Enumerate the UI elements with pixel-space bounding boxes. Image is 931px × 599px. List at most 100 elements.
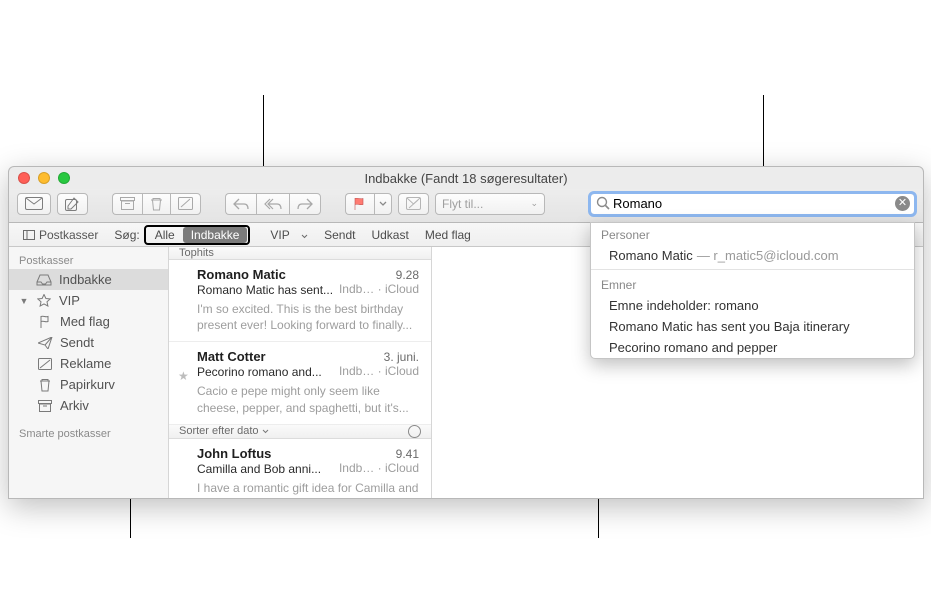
delete-group (112, 193, 201, 215)
divider (591, 269, 914, 270)
toolbar: Flyt til... ⌄ ✕ (9, 189, 923, 223)
sidebar-label: Indbakke (59, 272, 112, 287)
suggestion-person-name: Romano Matic (609, 248, 693, 263)
flag-menu-button[interactable] (374, 193, 392, 215)
message-location: Indb… · iCloud (339, 364, 419, 378)
list-header-tophits: Tophits (169, 247, 431, 260)
message-subject: Romano Matic has sent... (197, 283, 333, 297)
suggestion-subject[interactable]: Pecorino romano and pepper (591, 337, 914, 358)
sidebar-item-sent[interactable]: Sendt (9, 332, 168, 353)
suggestion-header-people: Personer (591, 223, 914, 245)
scope-highlight: Alle Indbakke (144, 225, 251, 245)
message-preview: I have a romantic gift idea for Camilla … (197, 480, 419, 498)
flag-icon (37, 315, 53, 329)
sidebar-item-junk[interactable]: Reklame (9, 353, 168, 374)
star-icon (36, 294, 52, 308)
tophits-label: Tophits (179, 247, 214, 259)
mail-window: Indbakke (Fandt 18 søgeresultater) (8, 166, 924, 499)
junk-icon (37, 357, 53, 371)
sidebar-label: Arkiv (60, 398, 89, 413)
flag-group (345, 193, 392, 215)
minimize-icon[interactable] (38, 172, 50, 184)
message-subject: Camilla and Bob anni... (197, 462, 321, 476)
chevron-down-icon (262, 429, 269, 434)
message-list: Tophits Romano Matic 9.28 Romano Matic h… (169, 247, 432, 498)
message-time: 3. juni. (384, 350, 419, 364)
search-input[interactable] (613, 196, 892, 211)
sidebar-item-vip[interactable]: ▼ VIP (9, 290, 168, 311)
sidebar-header-smart: Smarte postkasser (9, 424, 168, 442)
suggestion-subject[interactable]: Emne indeholder: romano (591, 295, 914, 316)
message-time: 9.28 (396, 268, 419, 282)
mute-button[interactable] (398, 193, 429, 215)
get-mail-button[interactable] (17, 193, 51, 215)
search-label: Søg: (114, 228, 139, 242)
titlebar: Indbakke (Fandt 18 søgeresultater) (9, 167, 923, 189)
suggestion-person[interactable]: Romano Matic — r_matic5@icloud.com (591, 245, 914, 266)
scope-sent[interactable]: Sendt (316, 227, 363, 243)
message-location: Indb… · iCloud (339, 282, 419, 296)
callout-line (130, 498, 131, 538)
suggestion-subject[interactable]: Romano Matic has sent you Baja itinerary (591, 316, 914, 337)
message-row[interactable]: Romano Matic 9.28 Romano Matic has sent.… (169, 260, 431, 342)
close-icon[interactable] (18, 172, 30, 184)
message-preview: Cacio e pepe might only seem like cheese… (197, 383, 419, 415)
mailboxes-toggle[interactable]: Postkasser (17, 228, 104, 242)
message-preview: I'm so excited. This is the best birthda… (197, 301, 419, 333)
sidebar-label: VIP (59, 293, 80, 308)
move-to-selector[interactable]: Flyt til... ⌄ (435, 193, 545, 215)
chevron-down-icon (301, 234, 308, 239)
flag-button[interactable] (345, 193, 374, 215)
sidebar-label: Sendt (60, 335, 94, 350)
sent-icon (37, 336, 53, 350)
list-sort-bar[interactable]: Sorter efter dato (169, 425, 431, 439)
scope-rest: VIP Sendt Udkast Med flag (254, 227, 478, 243)
scope-inbox[interactable]: Indbakke (183, 227, 248, 243)
suggestion-header-subjects: Emner (591, 273, 914, 295)
scope-flagged[interactable]: Med flag (417, 227, 479, 243)
message-location: Indb… · iCloud (339, 461, 419, 475)
compose-button[interactable] (57, 193, 88, 215)
search-field[interactable] (590, 193, 915, 215)
sidebar-icon (23, 230, 35, 240)
archive-icon (37, 399, 53, 413)
inbox-icon (36, 273, 52, 287)
archive-button[interactable] (112, 193, 142, 215)
message-time: 9.41 (396, 447, 419, 461)
save-search-icon[interactable] (408, 425, 421, 438)
sidebar: Postkasser Indbakke ▼ VIP Med flag Sendt (9, 247, 169, 498)
sidebar-item-flagged[interactable]: Med flag (9, 311, 168, 332)
window-title: Indbakke (Fandt 18 søgeresultater) (364, 171, 567, 186)
sidebar-label: Med flag (60, 314, 110, 329)
sidebar-header-mailboxes: Postkasser (9, 251, 168, 269)
reply-button[interactable] (225, 193, 256, 215)
suggestion-person-email: — r_matic5@icloud.com (697, 248, 839, 263)
message-from: John Loftus (197, 446, 419, 461)
scope-all[interactable]: Alle (147, 227, 183, 243)
chevron-down-icon: ⌄ (530, 198, 538, 209)
zoom-icon[interactable] (58, 172, 70, 184)
sidebar-item-inbox[interactable]: Indbakke (9, 269, 168, 290)
sidebar-item-archive[interactable]: Arkiv (9, 395, 168, 416)
reply-all-button[interactable] (256, 193, 289, 215)
message-row[interactable]: John Loftus 9.41 Camilla and Bob anni...… (169, 439, 431, 498)
junk-button[interactable] (170, 193, 201, 215)
reply-group (225, 193, 321, 215)
forward-button[interactable] (289, 193, 321, 215)
scope-vip[interactable]: VIP (254, 227, 316, 243)
window-controls (18, 172, 70, 184)
message-row[interactable]: ★ Matt Cotter 3. juni. Pecorino romano a… (169, 342, 431, 424)
sort-label: Sorter efter dato (179, 425, 259, 437)
sidebar-label: Papirkurv (60, 377, 115, 392)
sidebar-item-trash[interactable]: Papirkurv (9, 374, 168, 395)
disclosure-icon[interactable]: ▼ (19, 296, 29, 306)
vip-star-icon[interactable]: ★ (178, 369, 189, 383)
search-suggestions: Personer Romano Matic — r_matic5@icloud.… (590, 222, 915, 359)
scope-drafts[interactable]: Udkast (363, 227, 416, 243)
callout-line (598, 498, 599, 538)
message-subject: Pecorino romano and... (197, 365, 322, 379)
delete-button[interactable] (142, 193, 170, 215)
search-icon (596, 196, 610, 210)
trash-icon (37, 378, 53, 392)
clear-icon[interactable]: ✕ (895, 196, 910, 211)
